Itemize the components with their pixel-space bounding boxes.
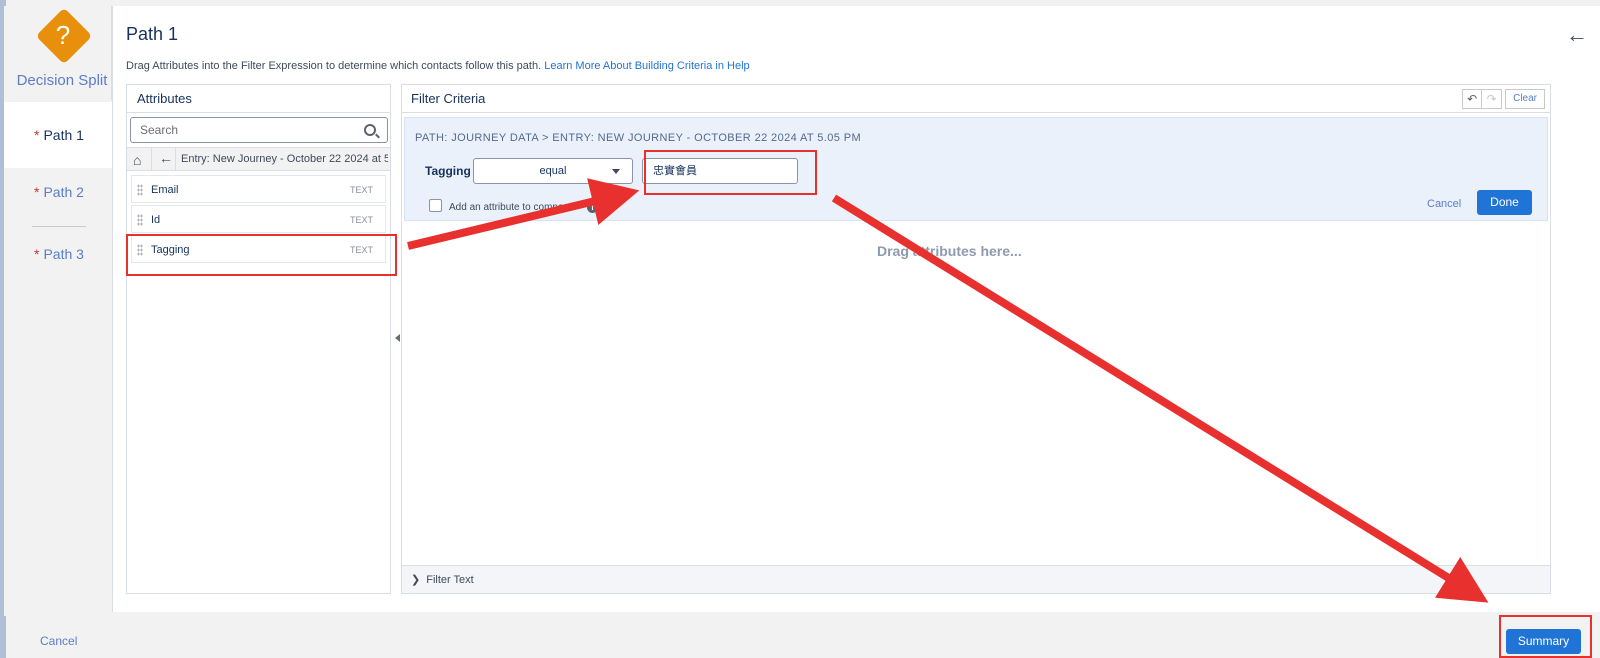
breadcrumb-text: Entry: New Journey - October 22 2024 at … (181, 153, 388, 165)
chevron-down-icon (612, 169, 620, 174)
sidebar: ? Decision Split * Path 1 * Path 2 * Path 3 (4, 6, 112, 616)
clear-button[interactable]: Clear (1505, 89, 1545, 109)
filter-criteria-panel: Filter Criteria ↶ ↷ Clear PATH: JOURNEY … (401, 84, 1551, 594)
main-panel: Path 1 ← Drag Attributes into the Filter… (112, 6, 1600, 612)
annotation-box-summary (1499, 615, 1592, 658)
search-input[interactable]: Search (130, 117, 388, 143)
drag-handle-icon[interactable] (137, 184, 143, 196)
sidebar-item-path-2[interactable]: * Path 2 (4, 162, 112, 222)
divider (175, 148, 176, 170)
back-arrow-icon[interactable]: ← (1566, 22, 1588, 48)
annotation-box-tagging (126, 234, 397, 276)
done-button[interactable]: Done (1477, 190, 1532, 215)
search-icon[interactable] (364, 124, 376, 136)
operator-value: equal (539, 165, 567, 177)
operator-select[interactable]: equal (473, 158, 633, 184)
sidebar-item-label: Path 3 (43, 246, 84, 262)
back-arrow-icon[interactable]: ← (159, 150, 173, 166)
decision-split-label: Decision Split (16, 72, 108, 89)
annotation-box-value (644, 150, 817, 195)
breadcrumb: ⌂ ← Entry: New Journey - October 22 2024… (127, 147, 390, 171)
filter-heading: Filter Criteria (402, 85, 1550, 113)
sidebar-item-path-3[interactable]: * Path 3 (4, 224, 112, 284)
help-link[interactable]: Learn More About Building Criteria in He… (544, 60, 749, 72)
sidebar-item-label: Path 1 (43, 127, 84, 143)
attribute-name: Id (151, 214, 161, 226)
info-icon[interactable]: i (587, 202, 598, 213)
attributes-heading: Attributes (127, 85, 390, 113)
compare-checkbox[interactable] (429, 199, 442, 212)
required-star: * (34, 127, 40, 143)
filter-text-label: Filter Text (426, 574, 474, 586)
footer-cancel-link[interactable]: Cancel (40, 634, 77, 648)
required-star: * (34, 184, 40, 200)
decision-split-card: ? Decision Split (4, 6, 112, 100)
expression-attribute-label: Tagging (425, 164, 471, 178)
sidebar-item-label: Path 2 (43, 184, 84, 200)
attribute-type: TEXT (349, 185, 373, 195)
required-star: * (34, 246, 40, 262)
question-mark-icon: ? (55, 20, 71, 50)
filter-expression: PATH: JOURNEY DATA > ENTRY: NEW JOURNEY … (404, 117, 1548, 221)
drag-handle-icon[interactable] (137, 214, 143, 226)
attribute-name: Email (151, 184, 179, 196)
drop-zone-hint: Drag attributes here... (877, 243, 1022, 259)
compare-label: Add an attribute to compare (449, 202, 573, 213)
filter-toolbar: ↶ ↷ Clear (1462, 89, 1545, 109)
undo-icon[interactable]: ↶ (1462, 89, 1483, 109)
attributes-panel: Attributes Search ⌂ ← Entry: New Journey… (126, 84, 391, 594)
divider (151, 148, 152, 170)
description-text: Drag Attributes into the Filter Expressi… (126, 60, 542, 72)
filter-text-toggle[interactable]: ❯ Filter Text (402, 565, 1550, 593)
expression-cancel-link[interactable]: Cancel (1427, 198, 1461, 210)
attribute-path: PATH: JOURNEY DATA > ENTRY: NEW JOURNEY … (415, 132, 862, 144)
redo-icon[interactable]: ↷ (1482, 89, 1503, 109)
sidebar-item-path-1[interactable]: * Path 1 (4, 102, 112, 168)
attribute-type: TEXT (349, 215, 373, 225)
attribute-item-id[interactable]: Id TEXT (131, 205, 386, 233)
collapse-panel-icon[interactable] (395, 334, 400, 342)
home-icon[interactable]: ⌂ (133, 152, 141, 168)
page-title: Path 1 (126, 24, 179, 44)
page-description: Drag Attributes into the Filter Expressi… (126, 60, 750, 72)
chevron-right-icon: ❯ (411, 574, 421, 586)
attribute-item-email[interactable]: Email TEXT (131, 175, 386, 203)
